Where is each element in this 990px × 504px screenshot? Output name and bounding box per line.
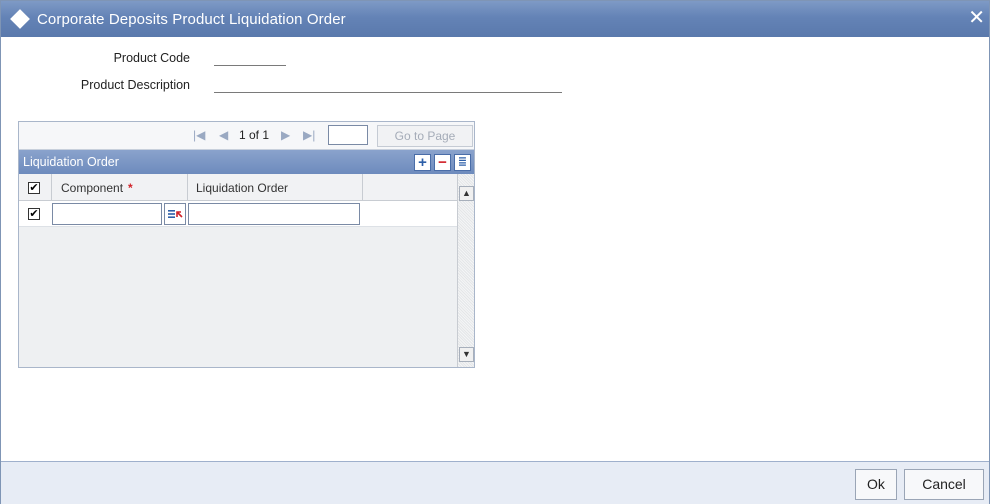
- required-mark: *: [128, 180, 133, 195]
- select-all-cell: ✔: [19, 174, 52, 201]
- component-column-header: Component *: [52, 174, 188, 201]
- grid-toolbar: + − ≣: [414, 154, 471, 171]
- last-page-icon[interactable]: ▶|: [303, 128, 315, 142]
- window-title: Corporate Deposits Product Liquidation O…: [37, 10, 346, 28]
- liquidation-order-window: Corporate Deposits Product Liquidation O…: [0, 0, 990, 504]
- row-checkbox[interactable]: ✔: [28, 208, 40, 220]
- grid-table: ✔ Component * Liquidation Order ✔: [19, 174, 457, 367]
- product-description-row: Product Description: [1, 77, 562, 93]
- product-description-label: Product Description: [80, 78, 190, 92]
- select-all-checkbox[interactable]: ✔: [28, 181, 40, 194]
- prev-page-icon[interactable]: ◀: [219, 128, 228, 142]
- cancel-button[interactable]: Cancel: [904, 469, 984, 500]
- component-cell: [52, 201, 188, 227]
- product-code-field[interactable]: [214, 50, 286, 66]
- first-page-icon[interactable]: |◀: [193, 128, 205, 142]
- liquidation-order-header-label: Liquidation Order: [196, 180, 289, 195]
- table-row: ✔: [19, 201, 457, 227]
- vertical-scrollbar[interactable]: ▲ ▼: [457, 174, 474, 367]
- table-header-row: ✔ Component * Liquidation Order: [19, 174, 457, 201]
- delete-row-icon[interactable]: −: [434, 154, 451, 171]
- component-header-label: Component: [61, 180, 124, 195]
- scroll-up-icon[interactable]: ▲: [459, 186, 474, 201]
- add-row-icon[interactable]: +: [414, 154, 431, 171]
- close-icon[interactable]: ✕: [968, 8, 985, 28]
- scroll-down-icon[interactable]: ▼: [459, 347, 474, 362]
- title-bar: Corporate Deposits Product Liquidation O…: [1, 1, 989, 37]
- product-code-label: Product Code: [113, 51, 190, 65]
- grid-title-bar: Liquidation Order + − ≣: [19, 150, 474, 174]
- next-page-icon[interactable]: ▶: [281, 128, 290, 142]
- empty-cell: [363, 201, 457, 227]
- liquidation-order-grid: |◀ ◀ 1 of 1 ▶ ▶| Go to Page Liquidation …: [18, 121, 475, 368]
- ok-button[interactable]: Ok: [855, 469, 897, 500]
- liquidation-order-cell: [188, 201, 363, 227]
- page-number-input[interactable]: [328, 125, 368, 145]
- component-input[interactable]: [52, 203, 162, 225]
- empty-column-header: [363, 174, 457, 201]
- single-view-icon[interactable]: ≣: [454, 154, 471, 171]
- footer-bar: Ok Cancel: [1, 461, 989, 504]
- grid-title: Liquidation Order: [23, 155, 119, 169]
- liquidation-order-column-header: Liquidation Order: [188, 174, 363, 201]
- go-to-page-button[interactable]: Go to Page: [377, 125, 473, 147]
- liquidation-order-input[interactable]: [188, 203, 360, 225]
- lov-search-icon[interactable]: [164, 203, 186, 225]
- row-select-cell: ✔: [19, 201, 52, 227]
- product-description-field[interactable]: [214, 77, 562, 93]
- page-info: 1 of 1: [239, 128, 270, 142]
- product-code-row: Product Code: [1, 50, 286, 66]
- app-diamond-icon: [10, 9, 30, 29]
- pager: |◀ ◀ 1 of 1 ▶ ▶| Go to Page: [19, 122, 474, 150]
